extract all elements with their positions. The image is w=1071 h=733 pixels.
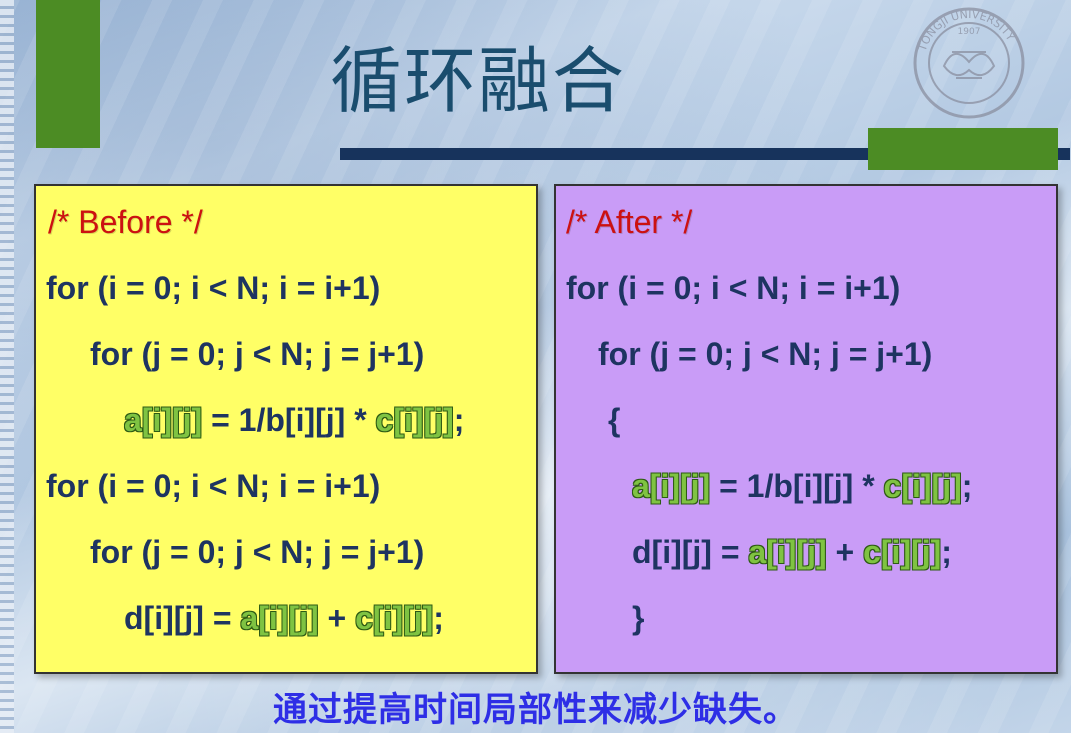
array-a-ref: a[i][j] [240, 600, 319, 636]
before-inner-loop-1: for (j = 0; j < N; j = j+1) [90, 336, 425, 372]
array-a-ref: a[i][j] [124, 402, 203, 438]
left-stripe-decoration [0, 0, 14, 733]
after-close-brace: } [632, 600, 645, 636]
before-statement-a: a[i][j] = 1/b[i][j] * c[i][j]; [124, 402, 464, 439]
slide-footer-caption: 通过提高时间局部性来减少缺失。 [273, 691, 798, 729]
array-d-assign: d[i][j] = [632, 534, 749, 570]
after-code-panel: /* After */ for (i = 0; i < N; i = i+1) … [554, 184, 1058, 674]
plus-op: + [318, 600, 356, 636]
before-outer-loop-1: for (i = 0; i < N; i = i+1) [46, 270, 381, 306]
before-inner-loop-2: for (j = 0; j < N; j = j+1) [90, 534, 425, 570]
before-comment: /* Before */ [48, 204, 203, 240]
after-inner-loop: for (j = 0; j < N; j = j+1) [598, 336, 933, 372]
array-d-assign: d[i][j] = [124, 600, 241, 636]
seal-year: 1907 [958, 27, 981, 37]
semicolon: ; [433, 600, 444, 636]
after-comment: /* After */ [566, 204, 693, 240]
before-code-panel: /* Before */ for (i = 0; i < N; i = i+1)… [34, 184, 538, 674]
before-statement-d: d[i][j] = a[i][j] + c[i][j]; [124, 600, 444, 637]
array-a-ref: a[i][j] [632, 468, 711, 504]
array-a-ref: a[i][j] [748, 534, 827, 570]
expr-text: = 1/b[i][j] * [710, 468, 884, 504]
university-seal-logo: TONGJI UNIVERSITY 1907 [913, 7, 1025, 119]
array-c-ref: c[i][j] [863, 534, 942, 570]
array-c-ref: c[i][j] [375, 402, 454, 438]
array-c-ref: c[i][j] [355, 600, 434, 636]
expr-text: = 1/b[i][j] * [202, 402, 376, 438]
semicolon: ; [941, 534, 952, 570]
after-outer-loop: for (i = 0; i < N; i = i+1) [566, 270, 901, 306]
before-outer-loop-2: for (i = 0; i < N; i = i+1) [46, 468, 381, 504]
green-accent-block-right [868, 128, 1058, 170]
slide-title: 循环融合 [330, 42, 627, 122]
semicolon: ; [453, 402, 465, 438]
green-accent-block-left [36, 0, 100, 148]
after-statement-a: a[i][j] = 1/b[i][j] * c[i][j]; [632, 468, 972, 505]
after-open-brace: { [608, 402, 621, 438]
after-statement-d: d[i][j] = a[i][j] + c[i][j]; [632, 534, 952, 571]
plus-op: + [826, 534, 864, 570]
array-c-ref: c[i][j] [883, 468, 962, 504]
semicolon: ; [961, 468, 973, 504]
